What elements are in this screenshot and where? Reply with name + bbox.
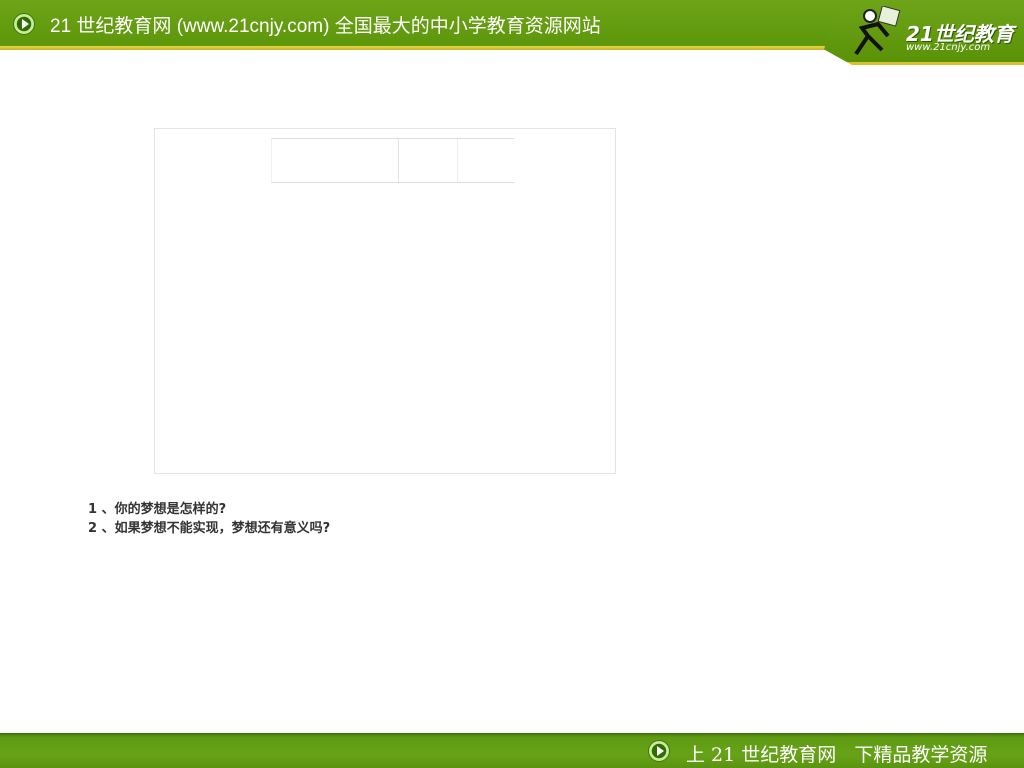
logo-url: www.21cnjy.com (906, 42, 991, 53)
play-icon[interactable] (13, 13, 35, 35)
runner-icon (854, 5, 901, 56)
question-list: 1 、你的梦想是怎样的? 2 、如果梦想不能实现，梦想还有意义吗? (88, 500, 330, 538)
table-divider (457, 139, 458, 182)
footer-bar: 上 21 世纪教育网 下精品教学资源 (0, 733, 1024, 768)
question-item: 1 、你的梦想是怎样的? (88, 502, 227, 517)
play-icon[interactable] (648, 740, 670, 762)
empty-table (271, 138, 514, 183)
header-divider (0, 46, 840, 50)
footer-slogan: 上 21 世纪教育网 下精品教学资源 (686, 744, 988, 766)
header-title: 21 世纪教育网 (www.21cnjy.com) 全国最大的中小学教育资源网站 (50, 16, 601, 37)
site-logo[interactable]: 21世纪教育 www.21cnjy.com (848, 5, 1014, 58)
table-divider (398, 139, 399, 182)
question-item: 2 、如果梦想不能实现，梦想还有意义吗? (88, 521, 331, 536)
